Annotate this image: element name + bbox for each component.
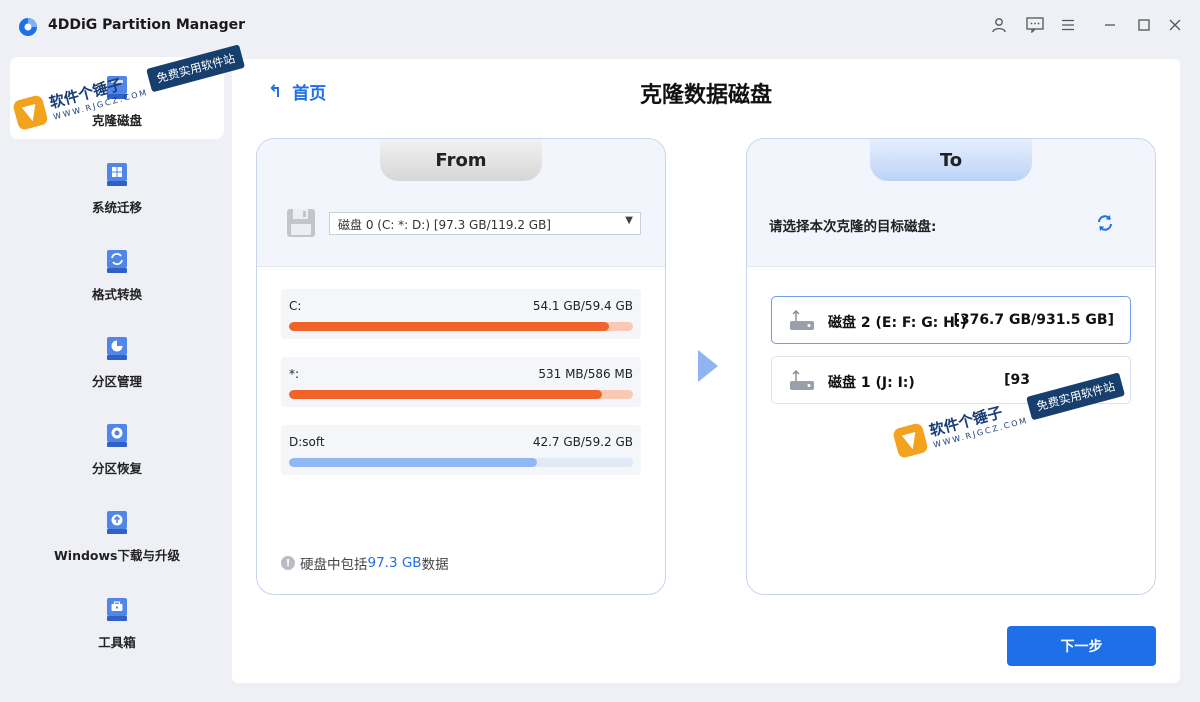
dropdown-caret-icon: ▼ [625, 215, 633, 226]
windows-upgrade-icon [107, 511, 127, 534]
user-icon [992, 18, 1006, 33]
arrow-right-icon [698, 350, 718, 382]
partition-row: C: 54.1 GB/59.4 GB [281, 289, 641, 339]
partition-size: 42.7 GB/59.2 GB [532, 435, 633, 449]
partition-name: C: [289, 299, 302, 313]
partition-usage-track [289, 390, 633, 399]
hamburger-icon [1062, 19, 1074, 31]
maximize-icon [1138, 19, 1150, 31]
sidebar-item-label: Windows下载与升级 [54, 548, 180, 563]
close-button[interactable] [1162, 12, 1188, 38]
sidebar-item-label: 工具箱 [98, 635, 136, 650]
format-convert-icon [107, 250, 127, 273]
source-disk-value: 磁盘 0 (C: *: D:) [97.3 GB/119.2 GB] [338, 218, 551, 232]
close-icon [1169, 19, 1181, 31]
partition-name: *: [289, 367, 300, 381]
partition-name: D:soft [289, 435, 325, 449]
sidebar-item-partition-manage[interactable]: 分区管理 [10, 318, 224, 400]
sidebar-item-label: 分区管理 [91, 374, 142, 389]
main-panel: ↰ 首页 克隆数据磁盘 From 磁盘 0 (C: *: D:) [97.3 G… [232, 59, 1180, 683]
title-bar: 4DDiG Partition Manager [0, 0, 1200, 52]
source-disk-card: From 磁盘 0 (C: *: D:) [97.3 GB/119.2 GB] … [256, 138, 666, 595]
sidebar-item-label: 格式转换 [91, 287, 142, 302]
partition-usage-fill [289, 390, 603, 399]
feedback-button[interactable] [1022, 12, 1048, 38]
to-tab: To [870, 139, 1032, 181]
partition-usage-fill [289, 322, 609, 331]
target-disk-card: To 请选择本次克隆的目标磁盘: 磁盘 2 (E: F: G: H:) [376… [746, 138, 1156, 595]
account-button[interactable] [986, 12, 1012, 38]
menu-button[interactable] [1055, 12, 1081, 38]
summary-suffix: 数据 [421, 557, 449, 573]
partition-usage-track [289, 458, 633, 467]
sidebar-item-system-migrate[interactable]: 系统迁移 [10, 144, 224, 226]
refresh-icon[interactable] [1095, 213, 1115, 233]
target-prompt: 请选择本次克隆的目标磁盘: [769, 219, 937, 235]
sidebar-item-label: 克隆磁盘 [91, 113, 142, 128]
target-disk-size: [93 [1004, 372, 1030, 388]
toolbox-icon [107, 598, 127, 621]
partition-row: D:soft 42.7 GB/59.2 GB [281, 425, 641, 475]
usb-drive-icon [790, 370, 814, 390]
partition-usage-track [289, 322, 633, 331]
floppy-disk-icon [287, 209, 315, 237]
target-disk-name: 磁盘 2 (E: F: G: H:) [828, 315, 967, 331]
usb-drive-icon [790, 310, 814, 330]
partition-recover-icon [107, 424, 127, 447]
partition-usage-fill [289, 458, 537, 467]
page-title: 克隆数据磁盘 [639, 83, 772, 108]
minimize-button[interactable] [1097, 12, 1123, 38]
sidebar: 克隆磁盘 系统迁移 格式转换 分区管理 分区恢复 Windows下载与升级 工具… [0, 52, 232, 702]
app-title: 4DDiG Partition Manager [48, 17, 246, 33]
system-migrate-icon [107, 163, 127, 186]
app-logo-icon [19, 18, 37, 36]
partition-row: *: 531 MB/586 MB [281, 357, 641, 407]
summary-prefix: 硬盘中包括 [300, 557, 368, 573]
source-disk-select[interactable]: 磁盘 0 (C: *: D:) [97.3 GB/119.2 GB] ▼ [329, 212, 641, 235]
info-icon: ! [281, 556, 295, 570]
partition-size: 54.1 GB/59.4 GB [532, 299, 633, 313]
sidebar-item-toolbox[interactable]: 工具箱 [10, 579, 224, 661]
sidebar-item-format-convert[interactable]: 格式转换 [10, 231, 224, 313]
target-disk-name: 磁盘 1 (J: I:) [828, 375, 915, 391]
from-tab: From [380, 139, 542, 181]
maximize-button[interactable] [1131, 12, 1157, 38]
sidebar-item-partition-recover[interactable]: 分区恢复 [10, 405, 224, 487]
chat-icon [1026, 17, 1044, 33]
sidebar-item-label: 分区恢复 [91, 461, 142, 476]
minimize-icon [1105, 24, 1115, 26]
partition-size: 531 MB/586 MB [538, 367, 633, 381]
sidebar-item-label: 系统迁移 [91, 200, 142, 215]
data-summary: ! 硬盘中包括 97.3 GB 数据 [281, 553, 449, 573]
target-disk-item[interactable]: 磁盘 2 (E: F: G: H:) [376.7 GB/931.5 GB] [771, 296, 1131, 344]
partition-manage-icon [107, 337, 127, 360]
target-disk-size: [376.7 GB/931.5 GB] [953, 312, 1114, 328]
next-button[interactable]: 下一步 [1007, 626, 1156, 666]
sidebar-item-windows-upgrade[interactable]: Windows下载与升级 [10, 492, 224, 574]
summary-value: 97.3 GB [367, 555, 422, 571]
